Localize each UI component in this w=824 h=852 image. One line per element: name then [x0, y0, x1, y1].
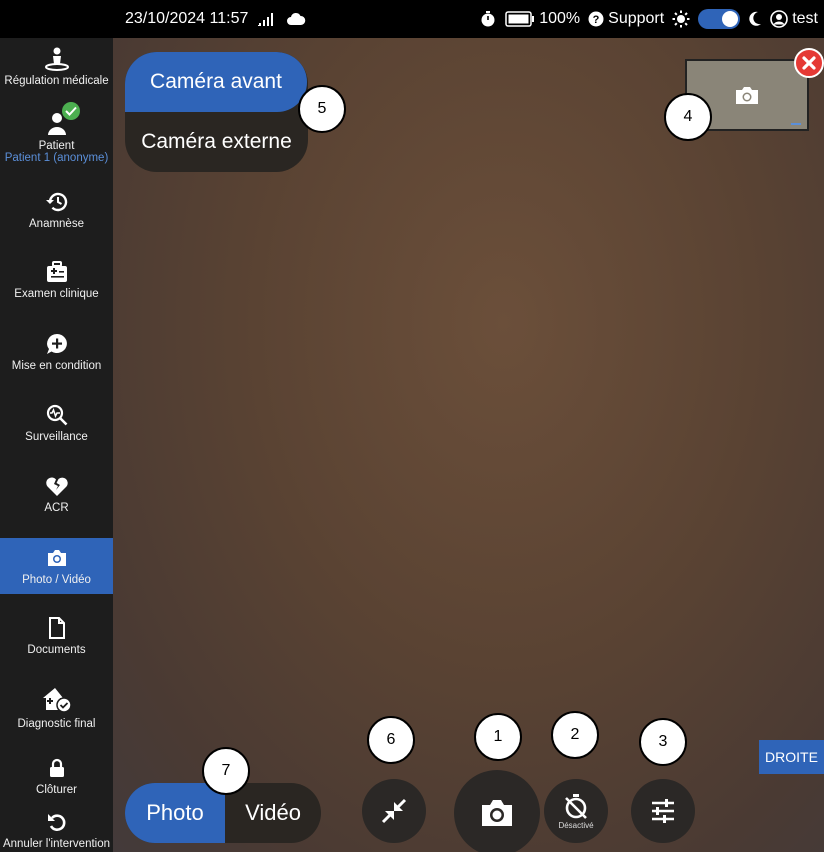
status-bar: 23/10/2024 11:57 100% ? Support test: [0, 0, 824, 38]
camera-icon: [482, 800, 512, 826]
chat-plus-icon: [46, 332, 68, 356]
moon-icon: [748, 11, 762, 27]
front-camera-option[interactable]: Caméra avant: [125, 52, 307, 112]
sun-icon: [672, 10, 690, 28]
compress-arrows-icon: [381, 798, 407, 824]
camera-icon: [736, 87, 758, 104]
camera-selector: Caméra avant Caméra externe: [125, 52, 308, 172]
sidebar-item-medical-regulation[interactable]: Régulation médicale: [0, 44, 113, 104]
sliders-icon: [652, 799, 674, 823]
shutter-button[interactable]: [454, 770, 540, 852]
help-icon: ?: [588, 11, 604, 27]
minimize-button[interactable]: [362, 779, 426, 843]
sidebar-item-anamnese[interactable]: Anamnèse: [0, 190, 113, 240]
support-link[interactable]: ? Support: [588, 10, 664, 28]
stopwatch-icon[interactable]: [479, 10, 497, 28]
close-preview-button[interactable]: [794, 48, 824, 78]
user-menu[interactable]: test: [770, 10, 818, 28]
sidebar-item-patient[interactable]: Patient Patient 1 (anonyme): [0, 102, 113, 168]
sidebar-item-photo-video[interactable]: Photo / Vidéo: [0, 538, 113, 594]
timer-button[interactable]: Désactivé: [544, 779, 608, 843]
sidebar: Régulation médicale Patient Patient 1 (a…: [0, 38, 113, 852]
side-indicator-button[interactable]: DROITE: [759, 740, 824, 774]
user-icon: [770, 10, 789, 28]
sidebar-item-surveillance[interactable]: Surveillance: [0, 403, 113, 455]
callout-badge: 2: [551, 711, 599, 759]
check-icon: [61, 102, 80, 120]
monitor-search-icon: [46, 403, 68, 427]
callout-badge: 6: [367, 716, 415, 764]
callout-badge: 7: [202, 747, 250, 795]
signal-icon: [258, 12, 276, 26]
svg-text:?: ?: [593, 14, 600, 26]
sidebar-item-clinical-exam[interactable]: Examen clinique: [0, 260, 113, 312]
house-check-icon: [42, 686, 72, 714]
camera-icon: [46, 546, 68, 570]
timer-status: Désactivé: [558, 820, 594, 830]
photo-mode-tab[interactable]: Photo: [125, 783, 225, 843]
pip-indicator: [791, 123, 801, 125]
callout-badge: 4: [664, 93, 712, 141]
lock-icon: [49, 756, 65, 780]
close-icon: [802, 56, 816, 70]
support-label: Support: [608, 10, 665, 27]
broken-heart-icon: [45, 474, 69, 498]
history-icon: [45, 190, 69, 214]
document-icon: [48, 616, 66, 640]
battery-icon: [505, 11, 535, 27]
sidebar-item-mise-en-condition[interactable]: Mise en condition: [0, 332, 113, 384]
datetime: 23/10/2024 11:57: [125, 10, 249, 27]
battery-level: 100%: [539, 10, 581, 27]
sidebar-item-acr[interactable]: ACR: [0, 474, 113, 526]
external-camera-option[interactable]: Caméra externe: [125, 112, 308, 172]
sidebar-item-documents[interactable]: Documents: [0, 616, 113, 668]
patient-name: Patient 1 (anonyme): [4, 152, 109, 164]
camera-settings-button[interactable]: [631, 779, 695, 843]
sidebar-item-final-diagnosis[interactable]: Diagnostic final: [0, 686, 113, 742]
theme-toggle[interactable]: [698, 9, 741, 29]
patient-icon: [46, 102, 80, 136]
medical-regulation-icon: [44, 47, 70, 71]
cloud-icon: [286, 12, 306, 26]
user-name: test: [792, 10, 818, 27]
undo-icon: [47, 810, 67, 834]
sidebar-item-cancel-intervention[interactable]: Annuler l'intervention: [0, 810, 113, 852]
video-mode-tab[interactable]: Vidéo: [225, 783, 321, 843]
medical-kit-icon: [46, 260, 68, 284]
callout-badge: 5: [298, 85, 346, 133]
battery-indicator: 100%: [505, 10, 580, 28]
callout-badge: 1: [474, 713, 522, 761]
timer-off-icon: [565, 793, 587, 819]
sidebar-item-close[interactable]: Clôturer: [0, 756, 113, 806]
callout-badge: 3: [639, 718, 687, 766]
